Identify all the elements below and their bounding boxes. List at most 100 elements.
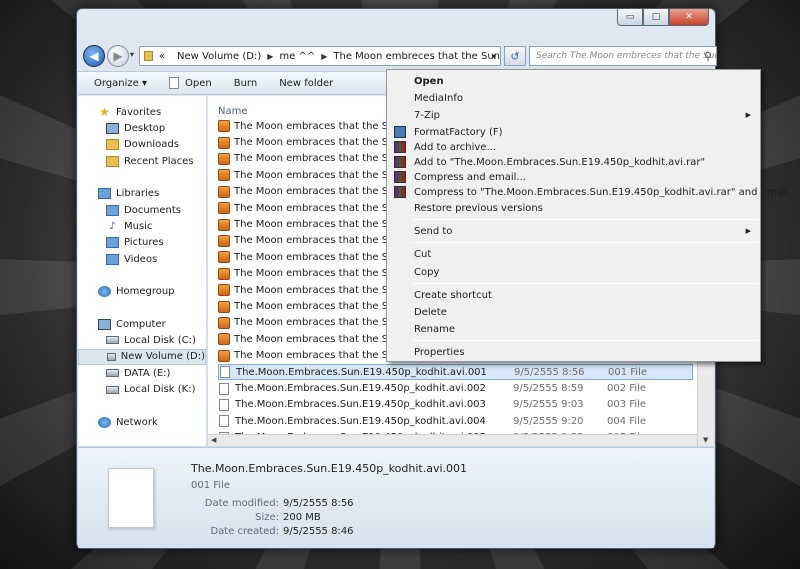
details-value: 9/5/2555 8:56 xyxy=(283,498,354,509)
nav-libraries[interactable]: Libraries xyxy=(78,186,206,202)
menu-item-label: Compress to "The.Moon.Embraces.Sun.E19.4… xyxy=(414,186,789,198)
address-dropdown-icon[interactable]: ▾ xyxy=(492,52,496,61)
folder-icon xyxy=(144,51,153,61)
nav-item-pictures[interactable]: Pictures xyxy=(78,235,206,251)
menu-item-cut[interactable]: Cut xyxy=(388,246,759,262)
vlc-icon xyxy=(218,284,230,297)
navigation-pane: ★ Favorites Desktop Downloads Recent Pla… xyxy=(78,96,207,446)
open-button[interactable]: Open xyxy=(169,77,212,89)
vlc-icon xyxy=(218,333,230,346)
music-icon: ♪ xyxy=(109,221,116,233)
title-bar[interactable]: ▭ □ ✕ xyxy=(77,9,715,41)
nav-item-desktop[interactable]: Desktop xyxy=(78,120,206,136)
menu-item-rename[interactable]: Rename xyxy=(388,321,759,337)
nav-item-label: Desktop xyxy=(124,123,166,135)
drive-icon xyxy=(106,336,119,345)
burn-button[interactable]: Burn xyxy=(234,78,257,89)
file-row[interactable]: The.Moon.Embraces.Sun.E19.450p_kodhit.av… xyxy=(218,380,693,396)
details-date-modified: Date modified: 9/5/2555 8:56 xyxy=(191,498,491,509)
nav-homegroup-label: Homegroup xyxy=(116,286,175,298)
nav-item-label: Recent Places xyxy=(124,155,194,167)
menu-item-mediainfo[interactable]: MediaInfo xyxy=(388,90,759,106)
menu-item-restore-previous-versions[interactable]: Restore previous versions xyxy=(388,200,759,216)
search-icon[interactable]: ⚲ xyxy=(704,50,712,63)
minimize-button[interactable]: ▭ xyxy=(617,9,643,26)
chevron-right-icon[interactable]: ▶ xyxy=(267,52,273,61)
drive-icon xyxy=(107,352,116,361)
close-button[interactable]: ✕ xyxy=(669,9,709,26)
drive-icon xyxy=(106,385,119,394)
vlc-icon xyxy=(218,202,230,215)
menu-item-label: Compress and email... xyxy=(414,171,526,183)
nav-item-new-volume-d[interactable]: New Volume (D:) xyxy=(78,348,206,366)
menu-item-label: Add to "The.Moon.Embraces.Sun.E19.450p_k… xyxy=(414,156,706,168)
breadcrumb-current-folder[interactable]: The Moon embreces that the Sun xyxy=(333,51,500,62)
nav-homegroup[interactable]: Homegroup xyxy=(78,284,206,300)
vlc-icon xyxy=(218,120,230,133)
vlc-icon xyxy=(218,316,230,329)
nav-item-downloads[interactable]: Downloads xyxy=(78,137,206,153)
menu-item-compress-and-email[interactable]: Compress and email... xyxy=(388,169,759,185)
organize-button[interactable]: Organize ▾ xyxy=(94,78,147,89)
nav-computer[interactable]: Computer xyxy=(78,316,206,332)
file-type: 002 File xyxy=(607,383,646,395)
recent-pages-chevron-icon[interactable]: ▾ xyxy=(130,50,134,59)
menu-item-delete[interactable]: Delete xyxy=(388,304,759,320)
menu-item-open[interactable]: Open xyxy=(388,73,759,89)
menu-item-copy[interactable]: Copy xyxy=(388,264,759,280)
details-value: 200 MB xyxy=(283,512,321,523)
navigation-bar: ◀ ▶ ▾ « New Volume (D:) ▶ me ^^ ▶ The Mo… xyxy=(83,45,717,69)
menu-item-compress-rar-email[interactable]: Compress to "The.Moon.Embraces.Sun.E19.4… xyxy=(388,184,788,200)
file-row[interactable]: The.Moon.Embraces.Sun.E19.450p_kodhit.av… xyxy=(218,364,693,381)
network-icon xyxy=(98,416,111,428)
file-row[interactable]: The.Moon.Embraces.Sun.E19.450p_kodhit.av… xyxy=(218,413,693,429)
nav-favorites[interactable]: ★ Favorites xyxy=(78,104,206,120)
pictures-icon xyxy=(106,237,119,249)
refresh-button[interactable]: ↺ xyxy=(504,46,526,66)
menu-item-formatfactory[interactable]: FormatFactory (F) xyxy=(388,124,759,140)
column-header-name[interactable]: Name xyxy=(218,106,248,117)
nav-item-data-e[interactable]: DATA (E:) xyxy=(78,365,206,381)
horizontal-scrollbar[interactable]: ◀ xyxy=(208,434,697,446)
scroll-left-icon[interactable]: ◀ xyxy=(211,436,216,444)
scroll-down-icon[interactable]: ▼ xyxy=(703,436,708,444)
vlc-icon xyxy=(218,185,230,198)
nav-item-label: Downloads xyxy=(124,139,179,151)
winrar-icon xyxy=(394,156,406,168)
menu-item-create-shortcut[interactable]: Create shortcut xyxy=(388,287,759,303)
nav-item-documents[interactable]: Documents xyxy=(78,202,206,218)
file-row[interactable]: The.Moon.Embraces.Sun.E19.450p_kodhit.av… xyxy=(218,397,693,413)
nav-item-music[interactable]: ♪ Music xyxy=(78,218,206,234)
file-thumbnail-icon xyxy=(108,468,154,528)
breadcrumb-me[interactable]: me ^^ xyxy=(279,51,315,62)
nav-item-local-disk-c[interactable]: Local Disk (C:) xyxy=(78,332,206,348)
vlc-icon xyxy=(218,267,230,280)
nav-item-recent-places[interactable]: Recent Places xyxy=(78,153,206,169)
back-button[interactable]: ◀ xyxy=(83,45,105,67)
nav-network[interactable]: Network xyxy=(78,414,206,430)
nav-item-local-disk-k[interactable]: Local Disk (K:) xyxy=(78,381,206,397)
context-menu: Open MediaInfo 7-Zip ▶ FormatFactory (F)… xyxy=(386,69,788,362)
menu-item-add-to-rar[interactable]: Add to "The.Moon.Embraces.Sun.E19.450p_k… xyxy=(388,154,759,170)
file-name: The.Moon.Embraces.Sun.E19.450p_kodhit.av… xyxy=(235,399,486,411)
forward-button[interactable]: ▶ xyxy=(107,45,129,67)
menu-item-add-to-archive[interactable]: Add to archive... xyxy=(388,139,759,155)
breadcrumb-new-volume[interactable]: New Volume (D:) xyxy=(177,51,261,62)
chevron-right-icon[interactable]: ▶ xyxy=(321,52,327,61)
address-bar[interactable]: « New Volume (D:) ▶ me ^^ ▶ The Moon emb… xyxy=(139,46,501,66)
file-date: 9/5/2555 8:56 xyxy=(514,366,585,378)
menu-item-properties[interactable]: Properties xyxy=(388,344,759,360)
details-pane: The.Moon.Embraces.Sun.E19.450p_kodhit.av… xyxy=(78,447,714,548)
address-prefix[interactable]: « xyxy=(159,51,165,62)
menu-item-send-to[interactable]: Send to ▶ xyxy=(388,223,759,239)
star-icon: ★ xyxy=(99,105,110,120)
nav-item-videos[interactable]: Videos xyxy=(78,251,206,267)
nav-computer-label: Computer xyxy=(116,318,166,330)
details-date-created: Date created: 9/5/2555 8:46 xyxy=(191,526,491,537)
maximize-button[interactable]: □ xyxy=(643,9,669,26)
new-folder-button[interactable]: New folder xyxy=(279,78,333,89)
menu-item-7zip[interactable]: 7-Zip ▶ xyxy=(388,107,759,123)
search-input[interactable]: Search The Moon embreces that the Sun ⚲ xyxy=(529,46,717,66)
nav-libraries-label: Libraries xyxy=(116,188,160,200)
file-name: The.Moon.Embraces.Sun.E19.450p_kodhit.av… xyxy=(235,383,486,395)
